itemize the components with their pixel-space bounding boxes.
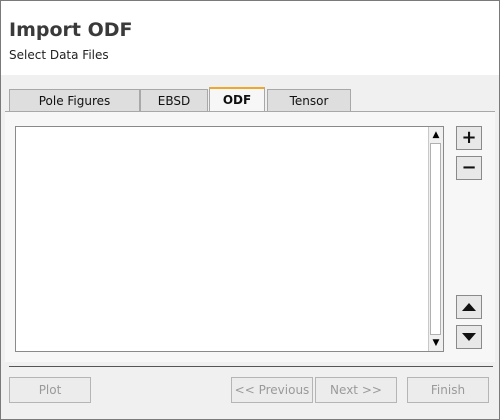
down-arrow-icon [462, 333, 476, 341]
up-arrow-icon [462, 303, 476, 311]
minus-icon: − [461, 157, 477, 178]
footer-divider [9, 366, 493, 367]
file-list[interactable]: ▲ ▼ [15, 126, 444, 352]
scroll-track[interactable] [430, 143, 441, 335]
remove-file-button[interactable]: − [456, 156, 482, 180]
scroll-up-icon[interactable]: ▲ [430, 128, 442, 142]
next-button[interactable]: Next >> [315, 377, 397, 403]
tab-odf[interactable]: ODF [209, 87, 265, 113]
finish-button[interactable]: Finish [407, 377, 489, 403]
tab-pole-figures[interactable]: Pole Figures [9, 89, 140, 111]
wizard-header: Import ODF Select Data Files [1, 1, 499, 75]
previous-button[interactable]: << Previous [231, 377, 313, 403]
tab-tensor[interactable]: Tensor [267, 89, 351, 111]
scroll-down-icon[interactable]: ▼ [430, 336, 442, 350]
tab-ebsd[interactable]: EBSD [140, 89, 208, 111]
plot-button[interactable]: Plot [9, 377, 91, 403]
page-subtitle: Select Data Files [9, 48, 109, 62]
move-down-button[interactable] [456, 325, 482, 349]
import-odf-window: Import ODF Select Data Files Pole Figure… [0, 0, 500, 420]
file-list-scrollbar[interactable]: ▲ ▼ [428, 127, 443, 351]
move-up-button[interactable] [456, 295, 482, 319]
plus-icon: + [461, 127, 477, 148]
add-file-button[interactable]: + [456, 126, 482, 150]
page-title: Import ODF [9, 19, 133, 41]
